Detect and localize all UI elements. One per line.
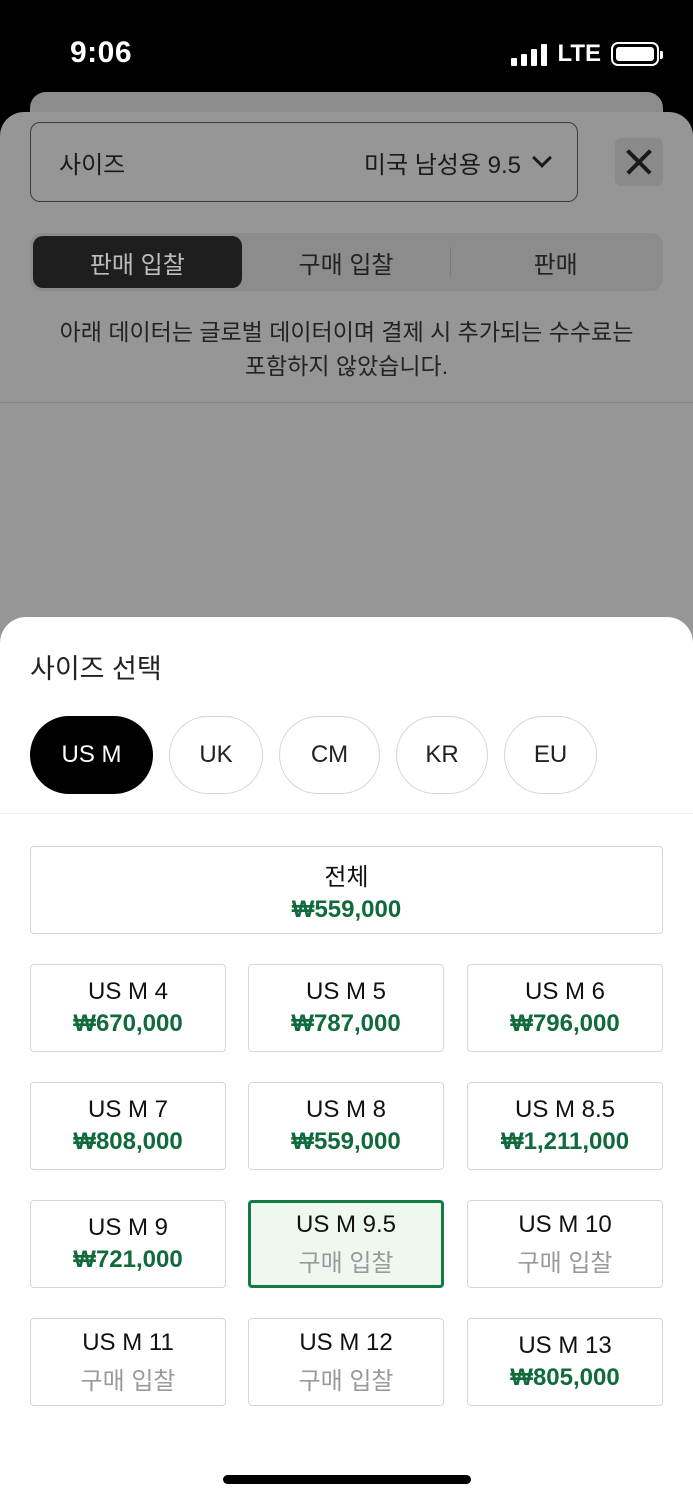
size-option[interactable]: US M 8 ₩559,000 <box>248 1082 444 1170</box>
unit-tabs: US M UK CM KR EU <box>30 716 597 794</box>
size-option[interactable]: US M 6 ₩796,000 <box>467 964 663 1052</box>
size-option[interactable]: US M 10 구매 입찰 <box>467 1200 663 1288</box>
home-indicator <box>223 1475 471 1484</box>
tab-sales[interactable]: 판매 <box>451 236 660 288</box>
fee-notice-line-1: 아래 데이터는 글로벌 데이터이며 결제 시 추가되는 수수료는 <box>59 319 634 345</box>
buy-bid-label: 구매 입찰 <box>298 1367 394 1395</box>
price-label: ₩559,000 <box>291 1128 401 1155</box>
size-label: US M 4 <box>87 978 168 1005</box>
unit-tab-cm[interactable]: CM <box>279 716 380 794</box>
size-option[interactable]: US M 5 ₩787,000 <box>248 964 444 1052</box>
price-label: ₩1,211,000 <box>500 1128 630 1155</box>
tab-sell-bid[interactable]: 판매 입찰 <box>33 236 242 288</box>
size-option-all[interactable]: 전체 ₩559,000 <box>30 846 663 934</box>
close-button[interactable] <box>615 138 663 186</box>
size-dropdown-label: 사이즈 <box>59 151 126 179</box>
divider <box>0 813 693 814</box>
size-option[interactable]: US M 7 ₩808,000 <box>30 1082 226 1170</box>
price-label: ₩787,000 <box>291 1010 401 1037</box>
buy-bid-label: 구매 입찰 <box>80 1367 176 1395</box>
size-label: US M 8.5 <box>514 1096 616 1123</box>
price-label: ₩805,000 <box>510 1364 620 1391</box>
size-option[interactable]: US M 12 구매 입찰 <box>248 1318 444 1406</box>
buy-bid-label: 구매 입찰 <box>517 1249 613 1277</box>
fee-notice-line-2: 포함하지 않았습니다. <box>244 353 449 379</box>
size-option[interactable]: US M 9.5 구매 입찰 <box>248 1200 444 1288</box>
size-option[interactable]: US M 13 ₩805,000 <box>467 1318 663 1406</box>
price-label: ₩721,000 <box>73 1246 183 1273</box>
unit-tab-eu[interactable]: EU <box>504 716 597 794</box>
status-indicators: LTE <box>511 40 663 68</box>
tab-buy-bid[interactable]: 구매 입찰 <box>242 236 451 288</box>
size-option[interactable]: US M 11 구매 입찰 <box>30 1318 226 1406</box>
size-picker-sheet: 사이즈 선택 US M UK CM KR EU 전체 ₩559,000 US M… <box>0 617 693 1500</box>
size-label: 전체 <box>324 863 369 891</box>
fee-notice: 아래 데이터는 글로벌 데이터이며 결제 시 추가되는 수수료는 포함하지 않았… <box>30 315 663 383</box>
bid-type-tabs: 판매 입찰 구매 입찰 판매 <box>30 233 663 291</box>
size-label: US M 13 <box>518 1332 612 1359</box>
divider <box>0 402 693 403</box>
battery-icon <box>611 42 663 66</box>
size-label: US M 7 <box>87 1096 168 1123</box>
size-label: US M 8 <box>305 1096 386 1123</box>
status-time: 9:06 <box>70 36 133 69</box>
size-dropdown-value-wrap: 미국 남성용 9.5 <box>363 145 552 180</box>
size-dropdown[interactable]: 사이즈 미국 남성용 9.5 <box>30 122 578 202</box>
price-label: ₩670,000 <box>73 1010 183 1037</box>
size-label: US M 12 <box>299 1328 393 1356</box>
size-label: US M 11 <box>82 1328 174 1356</box>
network-label: LTE <box>557 40 601 67</box>
price-label: ₩796,000 <box>510 1010 620 1037</box>
signal-icon <box>511 42 548 66</box>
size-label: US M 6 <box>524 978 605 1005</box>
buy-bid-label: 구매 입찰 <box>298 1249 394 1277</box>
size-label: US M 9.5 <box>295 1210 397 1238</box>
chevron-down-icon <box>532 148 552 168</box>
size-option[interactable]: US M 8.5 ₩1,211,000 <box>467 1082 663 1170</box>
status-bar: 9:06 LTE <box>0 0 693 100</box>
size-label: US M 5 <box>305 978 386 1005</box>
size-label: US M 9 <box>87 1214 168 1241</box>
close-icon <box>615 138 663 186</box>
size-dropdown-value: 미국 남성용 9.5 <box>363 151 521 179</box>
unit-tab-us-m[interactable]: US M <box>30 716 153 794</box>
unit-tab-uk[interactable]: UK <box>169 716 263 794</box>
price-label: ₩559,000 <box>291 895 402 923</box>
size-option[interactable]: US M 9 ₩721,000 <box>30 1200 226 1288</box>
size-option[interactable]: US M 4 ₩670,000 <box>30 964 226 1052</box>
picker-title: 사이즈 선택 <box>30 654 162 684</box>
unit-tab-kr[interactable]: KR <box>396 716 488 794</box>
size-label: US M 10 <box>518 1210 612 1238</box>
price-label: ₩808,000 <box>73 1128 183 1155</box>
